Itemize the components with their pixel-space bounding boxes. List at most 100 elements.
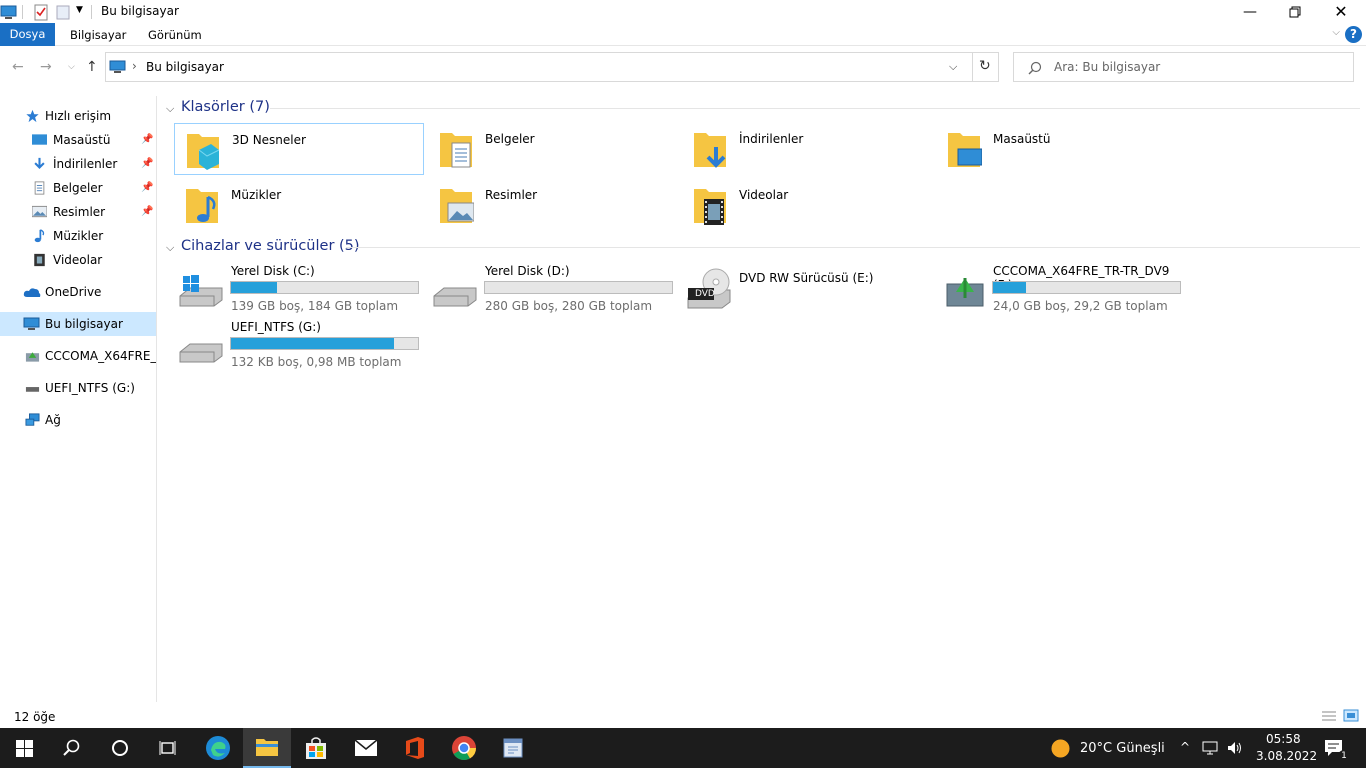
sidebar-item-label: UEFI_NTFS (G:) [45, 381, 135, 395]
storage-usage-fill [993, 282, 1027, 293]
restore-icon [1289, 6, 1301, 17]
folder-tile[interactable]: Belgeler [428, 123, 678, 175]
drive-tile[interactable]: UEFI_NTFS (G:) 132 KB boş, 0,98 MB topla… [174, 320, 424, 372]
forward-button[interactable]: → [40, 59, 52, 75]
divider [22, 5, 23, 19]
pictures-folder-icon [440, 189, 474, 223]
folder-tile[interactable]: Masaüstü [936, 123, 1186, 175]
drive-name: DVD RW Sürücüsü (E:) [739, 271, 874, 285]
group-header-devices[interactable]: Cihazlar ve sürücüler (5) [181, 238, 360, 254]
mail-icon [354, 739, 378, 756]
network-status-icon[interactable] [1202, 740, 1220, 756]
folder-tile[interactable]: Resimler [428, 179, 678, 231]
drive-tile[interactable]: Yerel Disk (C:) 139 GB boş, 184 GB topla… [174, 264, 424, 316]
clock-time[interactable]: 05:58 [1266, 732, 1301, 746]
taskbar: 20°C Güneşli ^ 05:58 3.08.2022 1 [0, 728, 1366, 768]
sidebar-item-music[interactable]: Müzikler [0, 224, 156, 248]
divider [972, 53, 973, 81]
notification-count: 1 [1338, 750, 1350, 762]
help-button[interactable]: ? [1345, 26, 1362, 43]
sidebar-item-quick-access[interactable]: Hızlı erişim [0, 104, 156, 128]
folder-name: Masaüstü [993, 132, 1051, 146]
store-app[interactable] [292, 728, 340, 768]
volume-icon[interactable] [1226, 740, 1244, 756]
sidebar-item-videos[interactable]: Videolar [0, 248, 156, 272]
storage-usage-fill [231, 338, 394, 349]
sidebar-item-downloads[interactable]: İndirilenler 📌 [0, 152, 156, 176]
drive-tile[interactable]: CCCOMA_X64FRE_TR-TR_DV9 (F:) 24,0 GB boş… [936, 264, 1186, 316]
tab-file[interactable]: Dosya [0, 23, 55, 46]
status-bar: 12 öğe [0, 702, 1366, 728]
edge-icon [206, 736, 230, 760]
folder-name: Müzikler [231, 188, 282, 202]
back-button[interactable]: ← [12, 59, 24, 75]
pin-icon: 📌 [141, 134, 154, 145]
sidebar-item-network[interactable]: Ağ [0, 408, 156, 432]
edge-app[interactable] [194, 728, 242, 768]
chrome-app[interactable] [440, 728, 488, 768]
chrome-icon [452, 736, 476, 761]
folder-tile[interactable]: 3D Nesneler [174, 123, 424, 175]
3d-objects-folder-icon [187, 134, 220, 170]
refresh-icon[interactable]: ↻ [979, 58, 991, 74]
show-hidden-icons-icon[interactable]: ^ [1180, 740, 1190, 754]
address-dropdown-icon[interactable]: ⌵ [949, 60, 957, 74]
folder-tile[interactable]: İndirilenler [682, 123, 932, 175]
cortana-icon [112, 740, 128, 756]
breadcrumb-separator[interactable]: › [132, 59, 137, 73]
close-button[interactable]: ✕ [1318, 0, 1364, 23]
folder-icon [256, 739, 278, 756]
store-icon [306, 737, 326, 759]
sidebar-item-label: Belgeler [53, 181, 103, 195]
clock-date[interactable]: 3.08.2022 [1256, 749, 1317, 763]
tab-view[interactable]: Görünüm [148, 25, 202, 46]
start-button[interactable] [0, 728, 48, 768]
mail-app[interactable] [342, 728, 390, 768]
sun-icon[interactable] [1051, 739, 1070, 758]
tab-computer[interactable]: Bilgisayar [70, 25, 126, 46]
pictures-icon [32, 205, 47, 218]
computer-icon[interactable] [0, 3, 18, 21]
large-icons-view-icon[interactable] [1343, 709, 1359, 722]
task-view-button[interactable] [144, 728, 192, 768]
up-button[interactable]: ↑ [86, 59, 98, 75]
sidebar-item-label: OneDrive [45, 285, 102, 299]
new-folder-icon[interactable] [56, 3, 70, 21]
sidebar-item-documents[interactable]: Belgeler 📌 [0, 176, 156, 200]
open-window-app[interactable] [489, 728, 537, 768]
minimize-button[interactable]: — [1227, 0, 1273, 23]
music-icon [34, 229, 45, 243]
recent-locations-button[interactable]: ⌵ [68, 62, 75, 72]
sidebar-item-usb-drive[interactable]: CCCOMA_X64FRE_TR [0, 344, 156, 368]
details-view-icon[interactable] [1321, 710, 1337, 722]
sidebar-item-pictures[interactable]: Resimler 📌 [0, 200, 156, 224]
collapse-group-icon[interactable]: ⌵ [166, 241, 174, 255]
customize-toolbar-icon[interactable]: ▼ [76, 5, 83, 15]
office-icon [406, 737, 424, 759]
office-app[interactable] [391, 728, 439, 768]
expand-ribbon-icon[interactable]: ⌵ [1332, 27, 1340, 38]
sidebar-item-uefi-drive[interactable]: UEFI_NTFS (G:) [0, 376, 156, 400]
search-input[interactable]: Ara: Bu bilgisayar [1013, 52, 1354, 82]
folder-tile[interactable]: Müzikler [174, 179, 424, 231]
restore-button[interactable] [1272, 0, 1318, 23]
weather-text[interactable]: 20°C Güneşli [1080, 741, 1165, 756]
sidebar-item-desktop[interactable]: Masaüstü 📌 [0, 128, 156, 152]
group-header-folders[interactable]: Klasörler (7) [181, 99, 270, 115]
properties-icon[interactable] [33, 3, 49, 21]
music-folder-icon [186, 189, 218, 223]
folder-tile[interactable]: Videolar [682, 179, 932, 231]
search-button[interactable] [48, 728, 96, 768]
file-explorer-app[interactable] [243, 728, 291, 768]
address-bar[interactable]: › Bu bilgisayar ⌵ ↻ [105, 52, 999, 82]
network-icon [25, 413, 40, 426]
drive-tile[interactable]: Yerel Disk (D:) 280 GB boş, 280 GB topla… [428, 264, 678, 316]
cortana-button[interactable] [96, 728, 144, 768]
folder-name: 3D Nesneler [232, 133, 306, 147]
breadcrumb[interactable]: Bu bilgisayar [146, 60, 224, 74]
sidebar-item-this-pc[interactable]: Bu bilgisayar [0, 312, 156, 336]
sidebar-item-onedrive[interactable]: OneDrive [0, 280, 156, 304]
drive-tile[interactable]: DVD DVD RW Sürücüsü (E:) [682, 264, 932, 316]
content-area: ⌵ Klasörler (7) 3D Nesneler Belgeler İnd… [160, 96, 1366, 702]
collapse-group-icon[interactable]: ⌵ [166, 102, 174, 116]
